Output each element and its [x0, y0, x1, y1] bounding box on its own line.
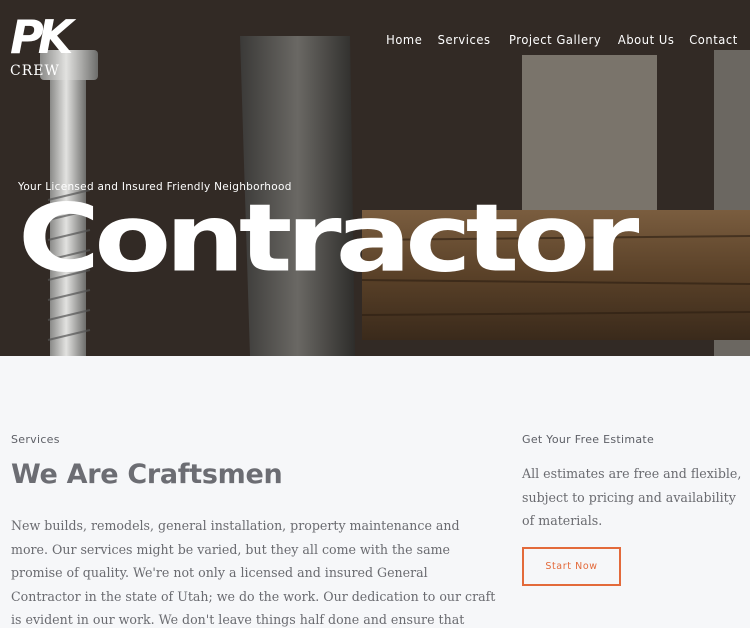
estimate-label: Get Your Free Estimate	[522, 433, 655, 446]
estimate-description: All estimates are free and flexible, sub…	[522, 466, 742, 528]
hero-background-image	[0, 0, 750, 356]
nav-link-project-gallery[interactable]: Project Gallery	[510, 32, 602, 47]
services-label: Services	[11, 433, 60, 446]
logo-mark: PK	[10, 10, 73, 64]
logo-subtext: CREW	[10, 63, 60, 79]
nav-link-contact[interactable]: Contact	[689, 32, 738, 47]
hero-title: Contractor	[18, 183, 639, 293]
brand-logo[interactable]: PK CREW	[10, 10, 73, 80]
services-description: New builds, remodels, general installati…	[11, 518, 496, 627]
services-heading: We Are Craftsmen	[11, 459, 283, 490]
hero-banner: PK CREW Home Services Project Gallery Ab…	[0, 0, 750, 356]
nav-link-home[interactable]: Home	[386, 32, 422, 47]
nav-link-about-us[interactable]: About Us	[618, 32, 674, 47]
nav-link-services[interactable]: Services	[438, 32, 491, 47]
main-navigation: Home Services Project Gallery About Us C…	[383, 32, 738, 47]
start-now-button[interactable]: Start Now	[522, 547, 621, 586]
